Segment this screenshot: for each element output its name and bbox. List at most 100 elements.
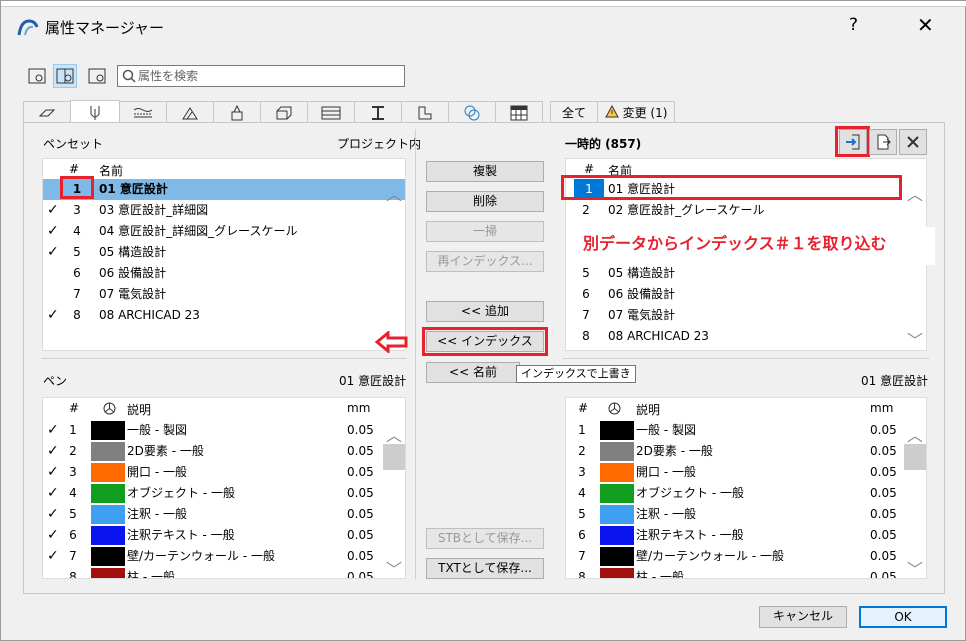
table-row[interactable]: ✓ 7 壁/カーテンウォール - 一般 0.05 xyxy=(43,546,405,567)
right-pen-list[interactable]: # 説明 mm 1 一般 - 製図 0.05 2 2D要素 - 一般 0.05 3 開口 - … xyxy=(565,397,927,579)
scroll-up-icon[interactable]: ︿ xyxy=(383,181,405,205)
save-txt-button[interactable]: TXTとして保存... xyxy=(426,558,544,579)
close-button[interactable]: ✕ xyxy=(917,13,934,37)
table-row[interactable]: ✓ 4 オブジェクト - 一般 0.05 xyxy=(43,483,405,504)
list-item[interactable]: 7 07 電気設計 xyxy=(566,305,926,326)
list-item[interactable]: ✓ 5 05 構造設計 xyxy=(43,242,405,263)
scroll-up-icon[interactable]: ︿ xyxy=(904,181,926,205)
list-item[interactable]: 5 05 構造設計 xyxy=(566,263,926,284)
pen-width: 0.05 xyxy=(870,486,897,500)
item-name: 08 ARCHICAD 23 xyxy=(608,329,709,343)
tab-zones-icon[interactable] xyxy=(401,101,449,123)
scroll-down-icon[interactable]: ﹀ xyxy=(904,327,926,350)
pen-index: 4 xyxy=(69,486,77,500)
pen-description: 一般 - 製図 xyxy=(127,423,187,437)
highlight-box xyxy=(60,176,94,199)
list-item[interactable]: 6 06 設備設計 xyxy=(566,284,926,305)
list-item[interactable]: 6 06 設備設計 xyxy=(43,263,405,284)
tab-building-materials-icon[interactable] xyxy=(307,101,355,123)
ok-button[interactable]: OK xyxy=(859,606,947,628)
list-item[interactable]: 2 02 意匠設計_グレースケール xyxy=(566,200,926,221)
left-pen-list[interactable]: # 説明 mm ✓ 1 一般 - 製図 0.05 ✓ 2 2D要素 - 一般 0.05 ✓ 3 開口… xyxy=(42,397,406,579)
pen-color-swatch xyxy=(91,421,125,440)
search-input[interactable]: 属性を検索 xyxy=(117,65,405,87)
pen-index: 5 xyxy=(578,507,586,521)
table-row[interactable]: ✓ 3 開口 - 一般 0.05 xyxy=(43,462,405,483)
cancel-button[interactable]: キャンセル xyxy=(759,606,847,628)
col-name: 名前 xyxy=(99,164,124,178)
search-placeholder: 属性を検索 xyxy=(138,69,199,83)
table-row[interactable]: 4 オブジェクト - 一般 0.05 xyxy=(566,483,926,504)
table-row[interactable]: 7 壁/カーテンウォール - 一般 0.05 xyxy=(566,546,926,567)
scroll-up-icon[interactable]: ︿ xyxy=(383,422,405,446)
item-name: 07 電気設計 xyxy=(608,308,676,322)
view-right-icon[interactable] xyxy=(85,64,109,88)
tab-tables-icon[interactable] xyxy=(495,101,543,123)
pen-color-swatch xyxy=(600,505,634,524)
tab-mep-icon[interactable] xyxy=(448,101,496,123)
add-button[interactable]: << 追加 xyxy=(426,301,544,322)
purge-button[interactable]: 一掃 xyxy=(426,221,544,242)
scroll-down-icon[interactable]: ﹀ xyxy=(904,556,926,578)
list-item[interactable]: ✓ 8 08 ARCHICAD 23 xyxy=(43,305,405,326)
view-both-icon[interactable] xyxy=(53,64,77,88)
pen-description: 開口 - 一般 xyxy=(127,465,187,479)
background-window-strip xyxy=(1,1,966,7)
scroll-thumb[interactable] xyxy=(904,444,926,470)
pen-description: 柱 - 一般 xyxy=(636,570,684,579)
table-row[interactable]: 8 柱 - 一般 0.05 xyxy=(43,567,405,579)
table-row[interactable]: 6 注釈テキスト - 一般 0.05 xyxy=(566,525,926,546)
tab-composites-icon[interactable] xyxy=(213,101,261,123)
table-row[interactable]: 5 注釈 - 一般 0.05 xyxy=(566,504,926,525)
table-row[interactable]: ✓ 1 一般 - 製図 0.05 xyxy=(43,420,405,441)
list-item[interactable]: ✓ 3 03 意匠設計_詳細図 xyxy=(43,200,405,221)
pen-color-swatch xyxy=(91,463,125,482)
help-button[interactable]: ? xyxy=(849,15,858,35)
pen-width: 0.05 xyxy=(347,507,374,521)
list-item[interactable]: 8 08 ARCHICAD 23 xyxy=(566,326,926,347)
tab-pens-icon[interactable] xyxy=(70,100,120,124)
list-item[interactable]: 1 01 意匠設計 xyxy=(43,179,405,200)
export-icon[interactable] xyxy=(869,129,897,155)
pen-width: 0.05 xyxy=(347,570,374,579)
view-left-icon[interactable] xyxy=(25,64,49,88)
close-file-icon[interactable] xyxy=(899,129,927,155)
search-icon xyxy=(122,69,136,89)
table-row[interactable]: ✓ 6 注釈テキスト - 一般 0.05 xyxy=(43,525,405,546)
item-index: 6 xyxy=(73,266,81,280)
item-name: 02 意匠設計_グレースケール xyxy=(608,203,765,217)
tab-lines-icon[interactable] xyxy=(119,101,167,123)
delete-button[interactable]: 削除 xyxy=(426,191,544,212)
scroll-thumb[interactable] xyxy=(383,444,405,470)
tab-profiles-icon[interactable] xyxy=(354,101,402,123)
left-penset-list[interactable]: # 名前 1 01 意匠設計 ✓ 3 03 意匠設計_詳細図 ✓ 4 04 意匠設計_詳細図_… xyxy=(42,158,406,351)
tab-changes[interactable]: 変更 (1) xyxy=(597,101,675,123)
duplicate-button[interactable]: 複製 xyxy=(426,161,544,182)
tab-all[interactable]: 全て xyxy=(550,101,598,123)
table-row[interactable]: ✓ 2 2D要素 - 一般 0.05 xyxy=(43,441,405,462)
col-desc: 説明 xyxy=(127,403,152,417)
scroll-up-icon[interactable]: ︿ xyxy=(904,422,926,446)
table-row[interactable]: ✓ 5 注釈 - 一般 0.05 xyxy=(43,504,405,525)
pen-description: オブジェクト - 一般 xyxy=(127,486,235,500)
pen-color-swatch xyxy=(600,547,634,566)
tab-layers-icon[interactable] xyxy=(23,101,71,123)
tab-fills-icon[interactable] xyxy=(166,101,214,123)
save-stb-button[interactable]: STBとして保存... xyxy=(426,528,544,549)
table-row[interactable]: 8 柱 - 一般 0.05 xyxy=(566,567,926,579)
reindex-button[interactable]: 再インデックス... xyxy=(426,251,544,272)
arrow-left-icon xyxy=(375,331,408,353)
check-icon: ✓ xyxy=(47,506,59,522)
check-icon: ✓ xyxy=(47,548,59,564)
pens-header: ペン xyxy=(43,374,68,388)
name-button[interactable]: << 名前 xyxy=(426,362,520,383)
table-row[interactable]: 2 2D要素 - 一般 0.05 xyxy=(566,441,926,462)
list-item[interactable]: 7 07 電気設計 xyxy=(43,284,405,305)
annotation-text: 別データからインデックス＃１を取り込む xyxy=(579,227,935,265)
table-row[interactable]: 1 一般 - 製図 0.05 xyxy=(566,420,926,441)
check-icon: ✓ xyxy=(47,422,59,438)
tab-surfaces-icon[interactable] xyxy=(260,101,308,123)
list-item[interactable]: ✓ 4 04 意匠設計_詳細図_グレースケール xyxy=(43,221,405,242)
scroll-down-icon[interactable]: ﹀ xyxy=(383,556,405,578)
table-row[interactable]: 3 開口 - 一般 0.05 xyxy=(566,462,926,483)
